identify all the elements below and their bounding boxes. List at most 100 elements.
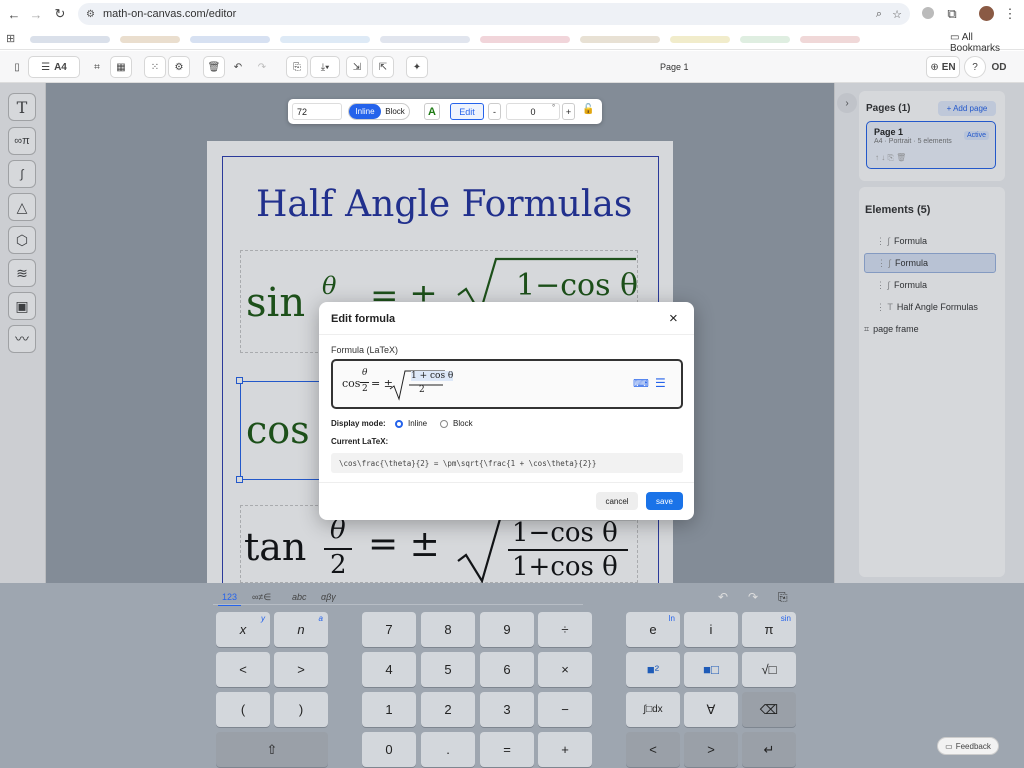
export-icon[interactable]: ⇱ bbox=[372, 56, 394, 78]
latex-input[interactable]: cos θ 2 = ± 1 + cos θ 2 ⌨ ☰ bbox=[331, 359, 683, 409]
latex-field-label: Formula (LaTeX) bbox=[331, 345, 399, 355]
key-1[interactable]: 1 bbox=[362, 692, 416, 727]
inline-mode-button[interactable]: Inline bbox=[349, 104, 381, 119]
radio-inline[interactable] bbox=[395, 420, 403, 428]
trash-icon[interactable]: 🗑 bbox=[203, 56, 225, 78]
key-6[interactable]: 6 bbox=[480, 652, 534, 687]
menu-icon[interactable]: ☰ bbox=[655, 376, 666, 390]
key-decimal[interactable]: . bbox=[421, 732, 475, 767]
key-7[interactable]: 7 bbox=[362, 612, 416, 647]
degree-sign: ° bbox=[552, 103, 556, 112]
key-cursor-left[interactable]: < bbox=[626, 732, 680, 767]
rotate-minus-button[interactable]: - bbox=[488, 103, 501, 120]
key-open-paren[interactable]: ( bbox=[216, 692, 270, 727]
save-button[interactable]: save bbox=[646, 492, 683, 510]
lock-icon[interactable]: 🔓 bbox=[582, 104, 594, 115]
apps-grid-icon[interactable]: ⊞ bbox=[6, 32, 15, 45]
block-mode-button[interactable]: Block bbox=[381, 104, 409, 119]
key-9[interactable]: 9 bbox=[480, 612, 534, 647]
key-sqrt[interactable]: √□ bbox=[742, 652, 796, 687]
key-5[interactable]: 5 bbox=[421, 652, 475, 687]
crop-icon[interactable]: ⌗ bbox=[86, 56, 108, 78]
kbd-undo-icon[interactable]: ↶ bbox=[718, 590, 728, 604]
kbd-clipboard-icon[interactable]: ⎘ bbox=[778, 590, 788, 605]
rotate-plus-button[interactable]: + bbox=[562, 103, 575, 120]
menu-dots-icon[interactable]: ⋮ bbox=[1000, 4, 1020, 24]
url-text: math-on-canvas.com/editor bbox=[102, 8, 237, 20]
key-minus[interactable]: − bbox=[538, 692, 592, 727]
radio-block[interactable] bbox=[440, 420, 448, 428]
key-3[interactable]: 3 bbox=[480, 692, 534, 727]
reload-icon[interactable]: ↻ bbox=[50, 4, 70, 24]
help-icon[interactable]: ? bbox=[964, 56, 986, 78]
puzzle-icon[interactable]: ⧉ bbox=[942, 4, 962, 24]
cancel-button[interactable]: cancel bbox=[596, 492, 638, 510]
mode-toggle: Inline Block bbox=[348, 103, 410, 120]
profile-avatar[interactable] bbox=[979, 6, 994, 21]
divider bbox=[319, 334, 694, 335]
key-divide[interactable]: ÷ bbox=[538, 612, 592, 647]
keyboard-tab-symbols[interactable]: ∞≠∈ bbox=[252, 592, 271, 603]
divider bbox=[319, 482, 694, 483]
color-picker-button[interactable]: A bbox=[424, 103, 440, 120]
key-2[interactable]: 2 bbox=[421, 692, 475, 727]
address-bar[interactable]: ⚙ math-on-canvas.com/editor ⌕ ☆ bbox=[78, 3, 910, 25]
key-x[interactable]: xy bbox=[216, 612, 270, 647]
key-greater-than[interactable]: > bbox=[274, 652, 328, 687]
folder-icon: ▭ bbox=[950, 32, 960, 43]
new-page-icon[interactable]: ⎘ bbox=[286, 56, 308, 78]
keyboard-icon[interactable]: ⌨ bbox=[633, 377, 649, 390]
keyboard-tab-letters[interactable]: abc bbox=[292, 592, 307, 602]
key-8[interactable]: 8 bbox=[421, 612, 475, 647]
edit-formula-dialog: Edit formula × Formula (LaTeX) cos θ 2 =… bbox=[319, 302, 694, 520]
import-icon[interactable]: ⇲ bbox=[346, 56, 368, 78]
language-select[interactable]: ⊕ EN bbox=[926, 56, 960, 78]
current-latex-value: \cos\frac{\theta}{2} = \pm\sqrt{\frac{1 … bbox=[331, 453, 683, 473]
site-info-icon[interactable]: ⚙ bbox=[86, 9, 95, 20]
sidebar-toggle-icon[interactable]: ▯ bbox=[6, 56, 28, 78]
undo-icon[interactable]: ↶ bbox=[227, 56, 249, 78]
key-forall[interactable]: ∀ bbox=[684, 692, 738, 727]
key-cursor-right[interactable]: > bbox=[684, 732, 738, 767]
kbd-redo-icon[interactable]: ↷ bbox=[748, 590, 758, 604]
key-close-paren[interactable]: ) bbox=[274, 692, 328, 727]
key-shift[interactable]: ⇧ bbox=[216, 732, 328, 767]
key-multiply[interactable]: × bbox=[538, 652, 592, 687]
key-plus[interactable]: + bbox=[538, 732, 592, 767]
app-toolbar: ▯ ☰ A4 ⌗ ▦ ⁙ ⚙ 🗑 ↶ ↷ ⎘ ⤓▾ ⇲ ⇱ ✦ Page 1 ⊕… bbox=[0, 51, 1024, 83]
settings-icon[interactable]: ⚙ bbox=[168, 56, 190, 78]
download-icon[interactable]: ⤓▾ bbox=[310, 56, 340, 78]
dots-grid-icon[interactable]: ⁙ bbox=[144, 56, 166, 78]
key-4[interactable]: 4 bbox=[362, 652, 416, 687]
font-size-input[interactable]: 72 bbox=[292, 103, 342, 120]
key-i[interactable]: i bbox=[684, 612, 738, 647]
forward-icon[interactable]: → bbox=[26, 4, 46, 24]
page-size-select[interactable]: ☰ A4 bbox=[28, 56, 80, 78]
key-power[interactable]: ■□ bbox=[684, 652, 738, 687]
back-icon[interactable]: ← bbox=[4, 4, 24, 24]
key-enter[interactable]: ↵ bbox=[742, 732, 796, 767]
zoom-icon[interactable]: ⌕ bbox=[876, 8, 882, 21]
redo-icon[interactable]: ↷ bbox=[251, 56, 273, 78]
key-e[interactable]: e ln bbox=[626, 612, 680, 647]
key-equals[interactable]: = bbox=[480, 732, 534, 767]
key-integral[interactable]: ∫□dx bbox=[626, 692, 680, 727]
keyboard-tab-greek[interactable]: αβγ bbox=[321, 592, 336, 602]
bookmark-star-icon[interactable]: ☆ bbox=[892, 8, 902, 21]
key-square[interactable]: ■² bbox=[626, 652, 680, 687]
key-n[interactable]: na bbox=[274, 612, 328, 647]
key-less-than[interactable]: < bbox=[216, 652, 270, 687]
magic-icon[interactable]: ✦ bbox=[406, 56, 428, 78]
radio-block-label: Block bbox=[453, 419, 473, 428]
extension-icon[interactable] bbox=[922, 7, 934, 19]
page-indicator: Page 1 bbox=[660, 62, 689, 72]
feedback-button[interactable]: ▭ Feedback bbox=[937, 737, 999, 755]
edit-formula-button[interactable]: Edit bbox=[450, 103, 484, 120]
key-backspace[interactable]: ⌫ bbox=[742, 692, 796, 727]
key-0[interactable]: 0 bbox=[362, 732, 416, 767]
current-latex-label: Current LaTeX: bbox=[331, 437, 389, 446]
user-avatar[interactable]: OD bbox=[988, 56, 1010, 78]
key-pi[interactable]: π sin bbox=[742, 612, 796, 647]
grid-icon[interactable]: ▦ bbox=[110, 56, 132, 78]
close-icon[interactable]: × bbox=[669, 310, 678, 327]
